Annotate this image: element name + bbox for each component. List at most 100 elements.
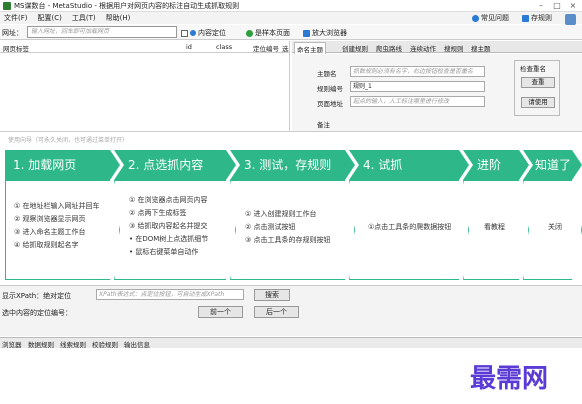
url-input[interactable]: 输入网址，回车即可加载网页: [27, 26, 177, 38]
prev-button[interactable]: 前一个: [198, 306, 243, 318]
step-2-line: • 鼠标右键菜单自动作: [129, 248, 199, 256]
target-icon: [190, 30, 196, 36]
selected-locator-label: 选中内容的定位编号：: [2, 309, 72, 317]
tab-output[interactable]: 输出信息: [124, 339, 150, 349]
check-duplicate-title: 检查重名: [520, 65, 546, 73]
usage-guide: 使用向导（可永久关闭，也可通过菜单打开） 1. 加载网页 ① 在地址栏输入网址并…: [0, 131, 582, 286]
step-2-header: 2. 点选抓内容: [114, 150, 236, 180]
header-divider: [0, 52, 290, 53]
menu-file[interactable]: 文件(F): [4, 13, 28, 23]
tab-search-themes[interactable]: 搜主题: [469, 42, 493, 54]
step-advanced-header[interactable]: 进阶: [463, 150, 529, 180]
menu-tools[interactable]: 工具(T): [72, 13, 96, 23]
notes-label: 备注: [317, 121, 330, 129]
maximize-icon[interactable]: □: [551, 0, 563, 12]
step-1-line: ② 观察浏览器显示网页: [14, 215, 86, 223]
faq-label: 常见问题: [481, 14, 509, 22]
theme-input[interactable]: 抓数规则必须有名字，右边按钮检查是否重名: [350, 66, 485, 77]
step-2-body: ① 在浏览器点击网页内容 ② 点两下生成标签 ③ 给抓取内容起名并提交 • 在D…: [114, 180, 236, 280]
zoom-browser-label: 放大浏览器: [312, 29, 347, 37]
step-4-body: ①点击工具条的爬数据按钮: [349, 180, 469, 280]
step-1-line: ① 在地址栏输入网址并回车: [14, 202, 100, 210]
step-got-it-header[interactable]: 知道了: [523, 150, 582, 180]
step-advanced-title: 进阶: [477, 158, 502, 172]
save-rule-label: 存规则: [531, 14, 552, 22]
tab-browser[interactable]: 浏览器: [2, 339, 22, 349]
step-1-line: ③ 进入命名主题工作台: [14, 228, 86, 236]
rule-number-label: 规则编号: [317, 85, 343, 93]
step-4-title: 4. 试抓: [363, 158, 403, 172]
locate-toggle[interactable]: 内容定位: [181, 28, 226, 38]
step-2-line: ③ 给抓取内容起名并提交: [129, 222, 208, 230]
suggest-button[interactable]: 请使用: [521, 97, 555, 108]
query-button[interactable]: 查重: [521, 77, 555, 88]
sample-page-label: 是样本页面: [255, 29, 290, 37]
tab-clue-rules[interactable]: 线索规则: [60, 339, 86, 349]
step-3-line: ③ 点击工具条的存规则按钮: [245, 236, 331, 244]
step-2-line: ① 在浏览器点击网页内容: [129, 196, 208, 204]
xpath-input[interactable]: XPath表达式：点定位按钮，可自动生成XPath: [96, 289, 244, 300]
rule-number-input[interactable]: 规则_1: [350, 81, 485, 92]
search-button[interactable]: 搜索: [254, 289, 290, 301]
next-button[interactable]: 后一个: [254, 306, 299, 318]
tab-validate-rules[interactable]: 校验规则: [92, 339, 118, 349]
page-address-input[interactable]: 起点的输入，人工标注哪里进行修改: [350, 96, 485, 107]
tab-create-rule[interactable]: 创建规则: [340, 42, 370, 54]
step-got-it-body[interactable]: 关闭: [523, 180, 582, 280]
step-3-body: ① 进入创建规则工作台 ② 点击测试按钮 ③ 点击工具条的存规则按钮: [230, 180, 355, 280]
url-label: 网址：: [2, 29, 23, 37]
step-2-line: ② 点两下生成标签: [129, 209, 187, 217]
tutorial-link[interactable]: 看教程: [484, 222, 505, 232]
save-rule-button[interactable]: 存规则: [522, 13, 552, 23]
save-icon: [522, 14, 529, 22]
tab-data-rules[interactable]: 数据规则: [28, 339, 54, 349]
crawl-data-icon[interactable]: [565, 14, 576, 25]
dom-tree-pane[interactable]: 网页标签 id class 定位编号 选: [0, 41, 290, 131]
page-address-label: 页面地址: [317, 100, 343, 108]
col-id[interactable]: id: [186, 43, 192, 51]
step-1-title: 1. 加载网页: [13, 158, 77, 172]
tab-search-rules[interactable]: 搜规则: [442, 42, 466, 54]
xpath-mode-label[interactable]: 显示XPath：绝对定位: [2, 291, 71, 301]
tab-crawl-route[interactable]: 爬虫路线: [374, 42, 404, 54]
sample-page-button[interactable]: 是样本页面: [246, 28, 290, 38]
title-bar: MS谋数台 - MetaStudio - 根据用户对网页内容的标注自动生成抓取规…: [0, 0, 582, 12]
close-icon[interactable]: ×: [567, 0, 579, 12]
close-guide-link[interactable]: 关闭: [548, 222, 562, 232]
check-icon: [246, 29, 253, 37]
step-advanced-body[interactable]: 看教程: [463, 180, 529, 280]
zoom-icon: [303, 29, 310, 37]
theme-label: 主题名: [317, 70, 337, 78]
workbench-tabs: 命名主题 创建规则 爬虫路线 连续动作 搜规则 搜主题: [292, 41, 582, 55]
toolbar: 网址： 输入网址，回车即可加载网页 内容定位 是样本页面 放大浏览器: [0, 25, 582, 40]
locate-checkbox[interactable]: [181, 29, 188, 37]
step-got-it-title: 知道了: [535, 158, 572, 172]
theme-form: 主题名 抓数规则必须有名字，右边按钮检查是否重名 规则编号 规则_1 页面地址 …: [292, 54, 582, 131]
guide-note: 使用向导（可永久关闭，也可通过菜单打开）: [8, 137, 129, 144]
step-1-body: ① 在地址栏输入网址并回车 ② 观察浏览器显示网页 ③ 进入命名主题工作台 ④ …: [5, 180, 120, 280]
step-4-header: 4. 试抓: [349, 150, 469, 180]
step-2-title: 2. 点选抓内容: [128, 158, 204, 172]
menu-help[interactable]: 帮助(H): [106, 13, 131, 23]
menu-config[interactable]: 配置(C): [38, 13, 62, 23]
zoom-browser-button[interactable]: 放大浏览器: [303, 28, 347, 38]
col-class[interactable]: class: [216, 43, 232, 51]
minimize-icon[interactable]: –: [535, 0, 547, 12]
step-1-header: 1. 加载网页: [5, 150, 120, 180]
bottom-tabs: 浏览器 数据规则 线索规则 校验规则 输出信息: [0, 337, 582, 349]
step-3-title: 3. 测试，存规则: [244, 158, 332, 172]
watermark-logo: 最需网: [470, 364, 549, 394]
tab-actions[interactable]: 连续动作: [408, 42, 438, 54]
app-icon: [3, 2, 11, 10]
step-3-line: ② 点击测试按钮: [245, 223, 296, 231]
step-4-line: ①点击工具条的爬数据按钮: [368, 223, 452, 231]
xpath-panel: 显示XPath：绝对定位 XPath表达式：点定位按钮，可自动生成XPath 搜…: [0, 286, 582, 336]
help-icon: [472, 14, 479, 22]
step-3-header: 3. 测试，存规则: [230, 150, 355, 180]
faq-link[interactable]: 常见问题: [472, 13, 509, 23]
window-title: MS谋数台 - MetaStudio - 根据用户对网页内容的标注自动生成抓取规…: [14, 1, 240, 10]
step-3-line: ① 进入创建规则工作台: [245, 210, 317, 218]
locate-label: 内容定位: [198, 29, 226, 37]
check-duplicate-box: 检查重名 查重 请使用: [514, 60, 560, 116]
step-1-line: ④ 给抓取规则起名字: [14, 241, 79, 249]
